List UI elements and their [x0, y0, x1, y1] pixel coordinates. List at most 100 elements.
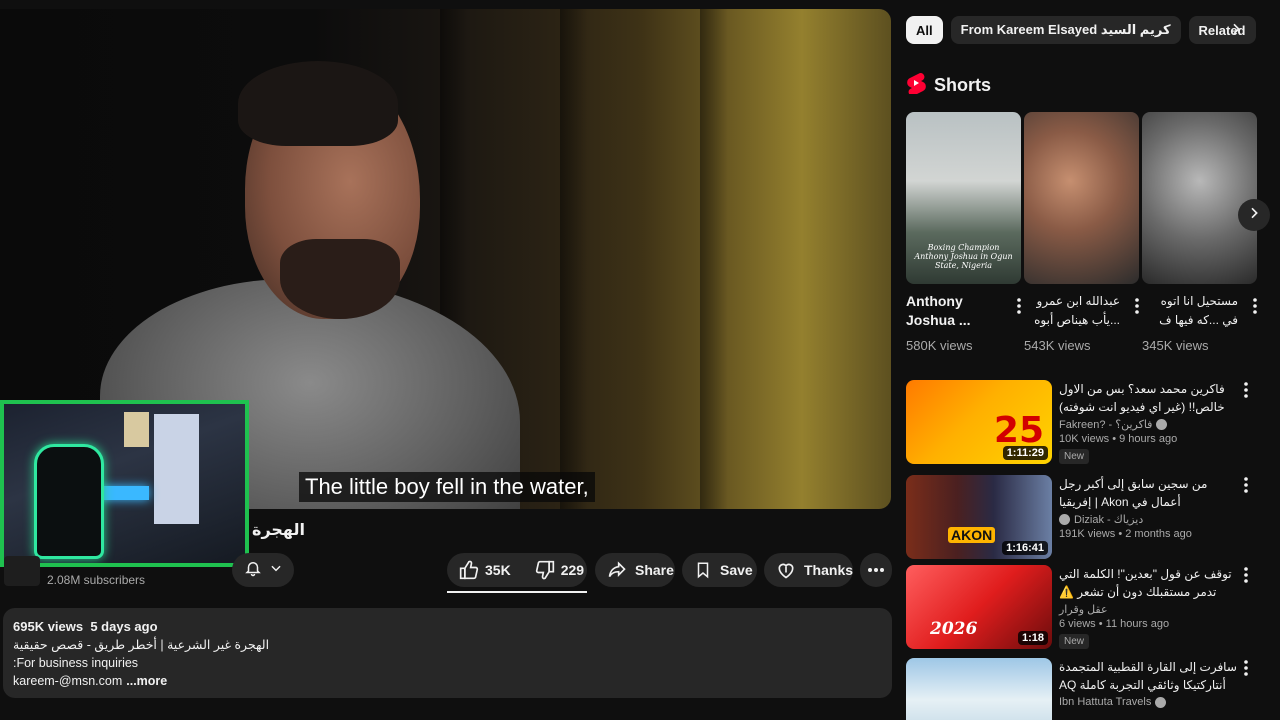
more-vert-icon[interactable]: [1244, 567, 1248, 588]
chevron-down-icon: [269, 561, 283, 580]
short-card[interactable]: Boxing Champion Anthony Joshua in Ogun S…: [906, 112, 1021, 353]
recommended-video[interactable]: 2026 1:18 توقف عن قول "بعدين"! الكلمة ال…: [906, 565, 1256, 649]
video-thumbnail[interactable]: 25 1:11:29: [906, 380, 1052, 464]
chip-all[interactable]: All: [906, 16, 943, 44]
view-count: 695K views: [13, 619, 84, 634]
video-age: 11 hours ago: [1105, 618, 1170, 630]
more-vert-icon[interactable]: [1244, 477, 1248, 498]
thumbnail-text: 25: [993, 410, 1044, 451]
channel-name-text: عقل وقرار: [1059, 604, 1108, 616]
thumbnail-text: 2026: [930, 619, 978, 639]
more-vert-icon[interactable]: [1244, 382, 1248, 403]
curtain-shadow: [560, 9, 588, 509]
recommended-video[interactable]: سافرت إلى القارة القطبية المتجمدة أنتارك…: [906, 658, 1256, 720]
recommended-video[interactable]: 25 1:11:29 فاكرين محمد سعد؟ بس من الاول …: [906, 380, 1256, 464]
more-vert-icon[interactable]: [1244, 660, 1248, 681]
shorts-next-button[interactable]: [1238, 199, 1270, 231]
more-vert-icon[interactable]: [1017, 298, 1021, 319]
thumbs-up-icon: [459, 560, 479, 580]
dislike-count: 229: [560, 562, 585, 578]
channel-avatar[interactable]: [4, 556, 40, 586]
description-line: kareem-@msn.com ...more: [13, 672, 882, 690]
verified-icon: [1155, 696, 1167, 708]
video-title[interactable]: سافرت إلى القارة القطبية المتجمدة أنتارك…: [1059, 658, 1239, 694]
recommended-video[interactable]: AKON 1:16:41 من سجين سابق إلى أكبر رجل أ…: [906, 475, 1256, 559]
youtube-watch-page: The little boy fell in the water, الهجرة…: [0, 0, 1280, 720]
speaker-hair: [238, 61, 398, 146]
description-line: الهجرة غير الشرعية | أخطر طريق - قصص حقي…: [13, 638, 270, 652]
channel-name[interactable]: Diziak - ديزياك: [1059, 513, 1239, 526]
upload-age: 5 days ago: [90, 619, 158, 634]
subscriber-count: 2.08M subscribers: [47, 573, 146, 587]
business-email: kareem-@msn.com: [13, 674, 123, 688]
like-dislike-group: 35K 229: [447, 553, 587, 587]
video-title[interactable]: من سجين سابق إلى أكبر رجل أعمال في Akon …: [1059, 475, 1239, 511]
save-button[interactable]: Save: [682, 553, 757, 587]
chips-next-button[interactable]: [1222, 18, 1250, 44]
description-meta: 695K views 5 days ago: [13, 618, 882, 636]
thumbnail-text: AKON: [948, 527, 996, 543]
more-vert-icon[interactable]: [1253, 298, 1257, 319]
more-actions-button[interactable]: [860, 553, 892, 587]
video-title[interactable]: توقف عن قول "بعدين"! الكلمة التي تدمر مس…: [1059, 565, 1239, 601]
shorts-title: Shorts: [934, 75, 992, 95]
save-label: Save: [720, 562, 753, 578]
chevron-right-icon: [1246, 205, 1262, 226]
new-badge: New: [1059, 634, 1090, 649]
caption-text: The little boy fell in the water,: [299, 472, 595, 502]
speaker-beard: [280, 239, 400, 319]
shorts-logo-icon: [906, 72, 926, 99]
more-vert-icon[interactable]: [1135, 298, 1139, 319]
short-card[interactable]: عبدالله ابن عمرو ...يأب هيناص أبوه 543K …: [1024, 112, 1139, 353]
short-title[interactable]: Anthony Joshua ...: [906, 292, 1002, 330]
shorts-heading: Shorts: [906, 72, 991, 99]
channel-name[interactable]: عقل وقرار: [1059, 603, 1239, 616]
video-duration: 1:18: [1017, 631, 1048, 645]
verified-icon: [1059, 514, 1070, 525]
short-title[interactable]: عبدالله ابن عمرو ...يأب هيناص أبوه: [1024, 292, 1120, 330]
video-info: فاكرين محمد سعد؟ بس من الاول خالص!! (غير…: [1059, 380, 1239, 464]
video-views: 191K views: [1059, 528, 1116, 540]
bookmark-icon: [694, 560, 712, 580]
super-thanks-icon: [776, 560, 796, 580]
show-more-link[interactable]: ...more: [126, 674, 167, 688]
short-thumbnail[interactable]: [1142, 112, 1257, 284]
thanks-button[interactable]: Thanks: [764, 553, 853, 587]
video-meta: 191K views • 2 months ago: [1059, 528, 1192, 540]
short-views: 580K views: [906, 338, 973, 353]
video-title[interactable]: فاكرين محمد سعد؟ بس من الاول خالص!! (غير…: [1059, 380, 1239, 416]
short-views: 345K views: [1142, 338, 1209, 353]
thumbs-down-icon: [535, 560, 555, 580]
video-views: 10K views: [1059, 433, 1110, 445]
video-thumbnail[interactable]: [906, 658, 1052, 720]
description-line: :For business inquiries: [13, 656, 139, 670]
more-horizontal-icon: [867, 567, 885, 573]
channel-name[interactable]: Fakreen? - فاكرين؟: [1059, 418, 1239, 431]
wall-poster: [124, 412, 149, 447]
like-button[interactable]: 35K: [447, 553, 523, 587]
like-count: 35K: [485, 562, 511, 578]
thanks-label: Thanks: [804, 562, 854, 578]
share-label: Share: [635, 562, 674, 578]
short-title[interactable]: مستحيل انا اتوه في ...كه فيها ف الاخر: [1142, 292, 1238, 330]
description-box[interactable]: 695K views 5 days ago الهجرة غير الشرعية…: [3, 608, 892, 698]
video-thumbnail[interactable]: AKON 1:16:41: [906, 475, 1052, 559]
share-button[interactable]: Share: [595, 553, 675, 587]
video-info: سافرت إلى القارة القطبية المتجمدة أنتارك…: [1059, 658, 1239, 708]
video-views: 6 views: [1059, 618, 1096, 630]
share-icon: [607, 560, 627, 580]
channel-name-text: Ibn Hattuta Travels: [1059, 696, 1152, 708]
chip-from-channel[interactable]: From Kareem Elsayed كريم السيد: [950, 16, 1181, 44]
dislike-button[interactable]: 229: [523, 553, 596, 587]
video-duration: 1:16:41: [1002, 541, 1048, 555]
channel-name-text: Diziak - ديزياك: [1074, 514, 1144, 526]
notification-bell-button[interactable]: [232, 553, 294, 587]
video-info: من سجين سابق إلى أكبر رجل أعمال في Akon …: [1059, 475, 1239, 540]
short-card[interactable]: مستحيل انا اتوه في ...كه فيها ف الاخر 34…: [1142, 112, 1257, 353]
channel-name[interactable]: Ibn Hattuta Travels: [1059, 696, 1239, 708]
filter-chips: All From Kareem Elsayed كريم السيد Relat…: [906, 16, 1256, 44]
bell-icon: [244, 559, 262, 582]
video-thumbnail[interactable]: 2026 1:18: [906, 565, 1052, 649]
short-thumbnail[interactable]: [1024, 112, 1139, 284]
short-thumbnail[interactable]: Boxing Champion Anthony Joshua in Ogun S…: [906, 112, 1021, 284]
